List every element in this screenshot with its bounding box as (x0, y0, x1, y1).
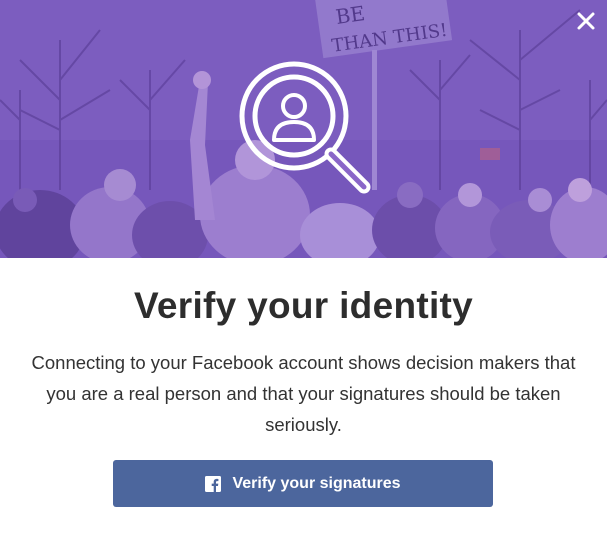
verify-signatures-button[interactable]: Verify your signatures (113, 460, 493, 507)
dialog-title: Verify your identity (133, 285, 474, 326)
user-search-icon (239, 61, 371, 194)
hero-banner: BE THAN THIS! (0, 0, 607, 258)
verify-identity-modal: BE THAN THIS! Verify your identity Conne… (0, 0, 607, 543)
close-icon[interactable] (575, 10, 597, 32)
dialog-description: Connecting to your Facebook account show… (31, 352, 576, 435)
verify-button-label: Verify your signatures (232, 474, 401, 492)
facebook-icon (205, 475, 222, 492)
